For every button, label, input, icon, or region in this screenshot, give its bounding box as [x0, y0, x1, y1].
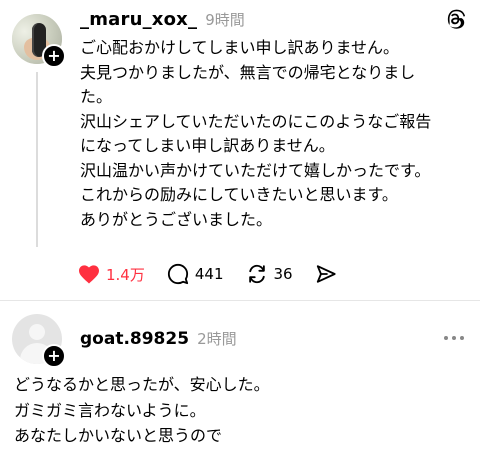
repost-icon	[248, 264, 265, 284]
post-line: これからの励みにしていきたいと思います。	[80, 185, 398, 204]
comment-count: 441	[194, 265, 224, 283]
follow-plus-icon[interactable]: +	[42, 344, 66, 368]
like-count: 1.4万	[106, 265, 145, 284]
post-line: ご心配おかけしてしまい申し訳ありません。	[80, 38, 400, 57]
reply: + goat.89825 2時間 どうなるかと思ったが、安心した。 ガミガミ言わ…	[0, 300, 480, 463]
post-actions: 1.4万 441 36	[78, 262, 359, 286]
reply-line: あなたしかいないと思うので	[14, 426, 223, 445]
post-body: ご心配おかけしてしまい申し訳ありません。 夫見つかりましたが、無言での帰宅となり…	[80, 36, 472, 232]
send-icon	[316, 265, 336, 283]
thread-line	[36, 72, 38, 247]
post-time: 9時間	[205, 11, 245, 29]
post-avatar[interactable]: +	[12, 14, 66, 68]
post-header: _maru_xox_ 9時間	[80, 9, 245, 33]
reply-line: どうなるかと思ったが、安心した。	[14, 375, 270, 394]
comment-button[interactable]: 441	[167, 263, 224, 285]
reply-avatar[interactable]: +	[12, 314, 66, 368]
reply-username[interactable]: goat.89825	[80, 329, 189, 349]
comment-bubble-icon	[167, 263, 188, 285]
reply-header: goat.89825 2時間	[80, 328, 237, 349]
heart-filled-icon	[79, 265, 99, 284]
post-line: になってしまい申し訳ありません。	[80, 136, 335, 155]
follow-plus-icon[interactable]: +	[42, 44, 66, 68]
repost-count: 36	[273, 265, 293, 283]
post-line: ありがとうございました。	[80, 209, 273, 229]
post-line: 沢山温かい声かけていただけて嬉しかったです。	[80, 160, 431, 180]
share-button[interactable]	[315, 263, 337, 285]
post-line: 沢山シェアしていただいたのにこのようなご報告	[80, 111, 432, 131]
reply-time: 2時間	[197, 330, 237, 348]
reply-line: ガミガミ言わないように。	[14, 400, 206, 420]
more-horizontal-icon[interactable]	[444, 336, 464, 342]
post-username[interactable]: _maru_xox_	[80, 9, 197, 30]
post-line: た。	[80, 87, 113, 106]
reply-body: どうなるかと思ったが、安心した。 ガミガミ言わないように。 あなたしかいないと思…	[14, 372, 470, 449]
post-line: 夫見つかりましたが、無言での帰宅となりまし	[80, 62, 416, 82]
like-button[interactable]: 1.4万	[78, 264, 145, 285]
threads-logo-icon[interactable]	[444, 8, 466, 30]
repost-button[interactable]: 36	[246, 263, 293, 285]
post: + _maru_xox_ 9時間 ご心配おかけしてしまい申し訳ありません。 夫見…	[0, 0, 480, 300]
